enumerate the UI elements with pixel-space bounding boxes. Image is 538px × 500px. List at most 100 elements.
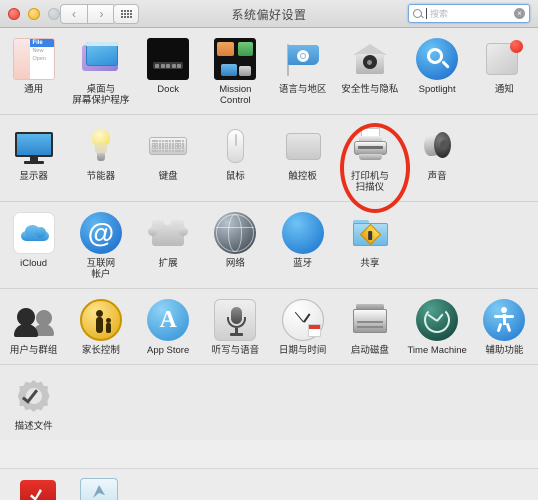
pref-item-label: 启动磁盘 (351, 345, 389, 356)
pref-item-general[interactable]: File New Open 通用 (0, 38, 67, 106)
pref-item-network[interactable]: 网络 (202, 212, 269, 280)
section-internet-wireless: iCloud @ 互联网 帐户 扩展 (0, 201, 538, 288)
section-system: 用户与群组 家长控制 A App Store 听写与语音 日期与时间 启动磁盘 … (0, 288, 538, 364)
pref-item-dock[interactable]: Dock (135, 38, 202, 106)
pref-item-profiles[interactable]: 描述文件 (0, 375, 67, 432)
profiles-icon (13, 375, 55, 417)
pref-item-label: 日期与时间 (279, 345, 327, 356)
desktop-screensaver-icon (80, 38, 122, 80)
mission-control-icon (214, 38, 256, 80)
red-app-icon[interactable] (20, 480, 56, 500)
language-region-icon (282, 38, 324, 80)
pref-item-internet-accounts[interactable]: @ 互联网 帐户 (67, 212, 134, 280)
pref-item-label: 鼠标 (226, 171, 245, 182)
pref-item-label: App Store (147, 345, 189, 356)
pref-item-keyboard[interactable]: 键盘 (135, 125, 202, 193)
pref-item-label: 扩展 (159, 258, 178, 269)
pref-item-bluetooth[interactable]: ᚝ 蓝牙 (269, 212, 336, 280)
notification-badge (510, 40, 523, 53)
notifications-icon (483, 38, 525, 80)
pref-item-icloud[interactable]: iCloud (0, 212, 67, 280)
pref-item-time-machine[interactable]: Time Machine (404, 299, 471, 356)
users-groups-icon (13, 299, 55, 341)
pref-item-label: 蓝牙 (293, 258, 312, 269)
general-icon: File New Open (13, 38, 55, 80)
pen-icon (93, 485, 105, 498)
pref-item-label: 声音 (428, 171, 447, 182)
pref-item-date-time[interactable]: 日期与时间 (269, 299, 336, 356)
dictation-speech-icon (214, 299, 256, 341)
pref-item-label: 听写与语音 (212, 345, 260, 356)
pref-item-notifications[interactable]: 通知 (471, 38, 538, 106)
pref-item-language-region[interactable]: 语言与地区 (269, 38, 336, 106)
printers-scanners-icon (349, 125, 391, 167)
bluetooth-icon: ᚝ (282, 212, 324, 254)
pref-item-spotlight[interactable]: Spotlight (404, 38, 471, 106)
pref-item-security-privacy[interactable]: 安全性与隐私 (336, 38, 403, 106)
preferences-grid: File New Open 通用 桌面与 屏幕保护程序 Dock Mission… (0, 28, 538, 440)
pref-item-label: 键盘 (159, 171, 178, 182)
desktop-below-window (0, 468, 538, 500)
clear-search-button[interactable]: × (514, 8, 525, 19)
pref-item-app-store[interactable]: A App Store (135, 299, 202, 356)
preference-row: 显示器 节能器 键盘 鼠标 触控板 打印机与 扫描仪 声音 (0, 115, 538, 201)
app-store-icon: A (147, 299, 189, 341)
pref-item-users-groups[interactable]: 用户与群组 (0, 299, 67, 356)
preview-app-icon[interactable] (80, 478, 118, 500)
pref-item-mission-control[interactable]: Mission Control (202, 38, 269, 106)
extensions-icon (147, 212, 189, 254)
trackpad-icon (282, 125, 324, 167)
section-hardware: 显示器 节能器 键盘 鼠标 触控板 打印机与 扫描仪 声音 (0, 114, 538, 201)
pref-item-empty (404, 212, 471, 280)
pref-item-label: Time Machine (407, 345, 466, 356)
pref-item-label: 桌面与 屏幕保护程序 (72, 84, 129, 106)
search-icon (413, 9, 422, 18)
pref-item-label: Spotlight (419, 84, 456, 95)
pref-item-label: 节能器 (87, 171, 116, 182)
pref-item-extensions[interactable]: 扩展 (135, 212, 202, 280)
pref-item-dictation-speech[interactable]: 听写与语音 (202, 299, 269, 356)
pref-item-label: 辅助功能 (485, 345, 523, 356)
dock-icon (147, 38, 189, 80)
pref-item-label: 安全性与隐私 (341, 84, 398, 95)
pref-item-accessibility[interactable]: 辅助功能 (471, 299, 538, 356)
preference-row: File New Open 通用 桌面与 屏幕保护程序 Dock Mission… (0, 28, 538, 114)
pref-item-sound[interactable]: 声音 (404, 125, 471, 193)
sound-icon (416, 125, 458, 167)
pref-item-label: 触控板 (288, 171, 317, 182)
pref-item-printers-scanners[interactable]: 打印机与 扫描仪 (336, 125, 403, 193)
pref-item-trackpad[interactable]: 触控板 (269, 125, 336, 193)
window-title-text: 系统偏好设置 (231, 6, 306, 23)
pref-item-label: 打印机与 扫描仪 (351, 171, 389, 193)
date-time-icon (282, 299, 324, 341)
pref-item-sharing[interactable]: 共享 (336, 212, 403, 280)
energy-saver-icon (80, 125, 122, 167)
section-other: 描述文件 (0, 364, 538, 440)
pref-item-empty (471, 212, 538, 280)
pref-item-label: 互联网 帐户 (87, 258, 116, 280)
search-field[interactable]: 搜索 × (408, 4, 530, 23)
pref-item-label: 用户与群组 (10, 345, 58, 356)
section-personal: File New Open 通用 桌面与 屏幕保护程序 Dock Mission… (0, 28, 538, 114)
time-machine-icon (416, 299, 458, 341)
security-privacy-icon (349, 38, 391, 80)
parental-controls-icon (80, 299, 122, 341)
preference-row: iCloud @ 互联网 帐户 扩展 (0, 202, 538, 288)
window-titlebar: ‹ › 系统偏好设置 搜索 × (0, 0, 538, 28)
system-preferences-window: ‹ › 系统偏好设置 搜索 × File New Open 通用 桌面与 屏幕保… (0, 0, 538, 500)
pref-item-energy-saver[interactable]: 节能器 (67, 125, 134, 193)
pref-item-label: iCloud (20, 258, 47, 269)
search-placeholder: 搜索 (430, 7, 514, 20)
startup-disk-icon (349, 299, 391, 341)
internet-accounts-icon: @ (80, 212, 122, 254)
pref-item-displays[interactable]: 显示器 (0, 125, 67, 193)
pref-item-desktop-screensaver[interactable]: 桌面与 屏幕保护程序 (67, 38, 134, 106)
pref-item-mouse[interactable]: 鼠标 (202, 125, 269, 193)
pref-item-label: 显示器 (19, 171, 48, 182)
pref-item-label: 通用 (24, 84, 43, 95)
pref-item-parental-controls[interactable]: 家长控制 (67, 299, 134, 356)
network-icon (214, 212, 256, 254)
pref-item-label: 描述文件 (15, 421, 53, 432)
pref-item-startup-disk[interactable]: 启动磁盘 (336, 299, 403, 356)
pref-item-label: 语言与地区 (279, 84, 327, 95)
